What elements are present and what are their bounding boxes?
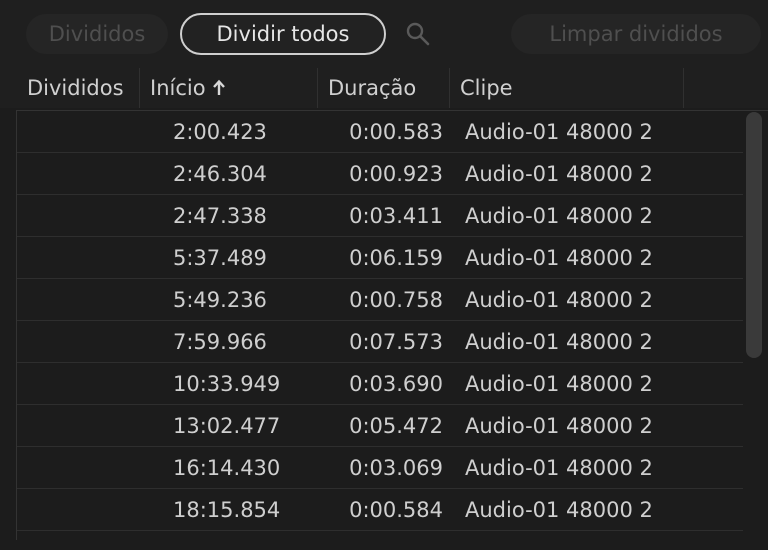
row-clip: Audio-01 48000 2 bbox=[465, 414, 653, 438]
row-start: 2:00.423 bbox=[173, 120, 267, 144]
row-duration: 0:00.923 bbox=[349, 162, 443, 186]
row-duration: 0:03.690 bbox=[349, 372, 443, 396]
row-clip: Audio-01 48000 2 bbox=[465, 204, 653, 228]
row-start: 18:15.854 bbox=[173, 498, 281, 522]
sort-ascending-icon bbox=[212, 79, 225, 95]
row-duration: 0:00.758 bbox=[349, 288, 443, 312]
split-list[interactable]: 2:00.423 0:00.583 Audio-01 48000 2 2:46.… bbox=[16, 110, 768, 540]
column-header: Divididos Início Duração Clipe bbox=[0, 68, 768, 108]
column-duration-label: Duração bbox=[328, 76, 417, 100]
table-row[interactable]: 7:59.966 0:07.573 Audio-01 48000 2 bbox=[17, 321, 743, 363]
row-duration: 0:00.583 bbox=[349, 120, 443, 144]
row-duration: 0:05.472 bbox=[349, 414, 443, 438]
row-clip: Audio-01 48000 2 bbox=[465, 330, 653, 354]
row-duration: 0:07.573 bbox=[349, 330, 443, 354]
search-icon[interactable] bbox=[404, 20, 432, 48]
row-clip: Audio-01 48000 2 bbox=[465, 120, 653, 144]
row-clip: Audio-01 48000 2 bbox=[465, 456, 653, 480]
split-clips-panel: Divididos Dividir todos Limpar divididos… bbox=[0, 0, 768, 550]
column-start-label: Início bbox=[150, 76, 206, 100]
row-start: 16:14.430 bbox=[173, 456, 281, 480]
row-clip: Audio-01 48000 2 bbox=[465, 498, 653, 522]
row-start: 13:02.477 bbox=[173, 414, 281, 438]
vertical-scrollbar[interactable] bbox=[746, 112, 762, 358]
row-clip: Audio-01 48000 2 bbox=[465, 372, 653, 396]
table-row[interactable]: 2:00.423 0:00.583 Audio-01 48000 2 bbox=[17, 111, 743, 153]
column-duration[interactable]: Duração bbox=[318, 68, 450, 108]
row-start: 5:49.236 bbox=[173, 288, 267, 312]
row-start: 2:47.338 bbox=[173, 204, 267, 228]
column-divided-label: Divididos bbox=[27, 76, 124, 100]
clear-divided-button[interactable]: Limpar divididos bbox=[511, 14, 761, 54]
column-clip-label: Clipe bbox=[460, 76, 513, 100]
row-duration: 0:00.584 bbox=[349, 498, 443, 522]
row-clip: Audio-01 48000 2 bbox=[465, 288, 653, 312]
toolbar: Divididos Dividir todos Limpar divididos bbox=[0, 0, 768, 68]
row-start: 2:46.304 bbox=[173, 162, 267, 186]
table-row[interactable]: 2:46.304 0:00.923 Audio-01 48000 2 bbox=[17, 153, 743, 195]
column-start[interactable]: Início bbox=[140, 68, 318, 108]
row-start: 10:33.949 bbox=[173, 372, 281, 396]
row-duration: 0:03.411 bbox=[349, 204, 443, 228]
table-row[interactable]: 2:47.338 0:03.411 Audio-01 48000 2 bbox=[17, 195, 743, 237]
column-divided[interactable]: Divididos bbox=[0, 68, 140, 108]
row-clip: Audio-01 48000 2 bbox=[465, 162, 653, 186]
row-duration: 0:06.159 bbox=[349, 246, 443, 270]
row-start: 5:37.489 bbox=[173, 246, 267, 270]
table-row[interactable]: 13:02.477 0:05.472 Audio-01 48000 2 bbox=[17, 405, 743, 447]
column-clip[interactable]: Clipe bbox=[450, 68, 684, 108]
table-row[interactable]: 10:33.949 0:03.690 Audio-01 48000 2 bbox=[17, 363, 743, 405]
table-row[interactable]: 18:15.854 0:00.584 Audio-01 48000 2 bbox=[17, 489, 743, 531]
table-row[interactable]: 5:49.236 0:00.758 Audio-01 48000 2 bbox=[17, 279, 743, 321]
divided-filter-button[interactable]: Divididos bbox=[26, 14, 168, 54]
split-all-button[interactable]: Dividir todos bbox=[180, 13, 386, 55]
row-start: 7:59.966 bbox=[173, 330, 267, 354]
table-row[interactable]: 5:37.489 0:06.159 Audio-01 48000 2 bbox=[17, 237, 743, 279]
table-row[interactable]: 16:14.430 0:03.069 Audio-01 48000 2 bbox=[17, 447, 743, 489]
row-clip: Audio-01 48000 2 bbox=[465, 246, 653, 270]
row-duration: 0:03.069 bbox=[349, 456, 443, 480]
